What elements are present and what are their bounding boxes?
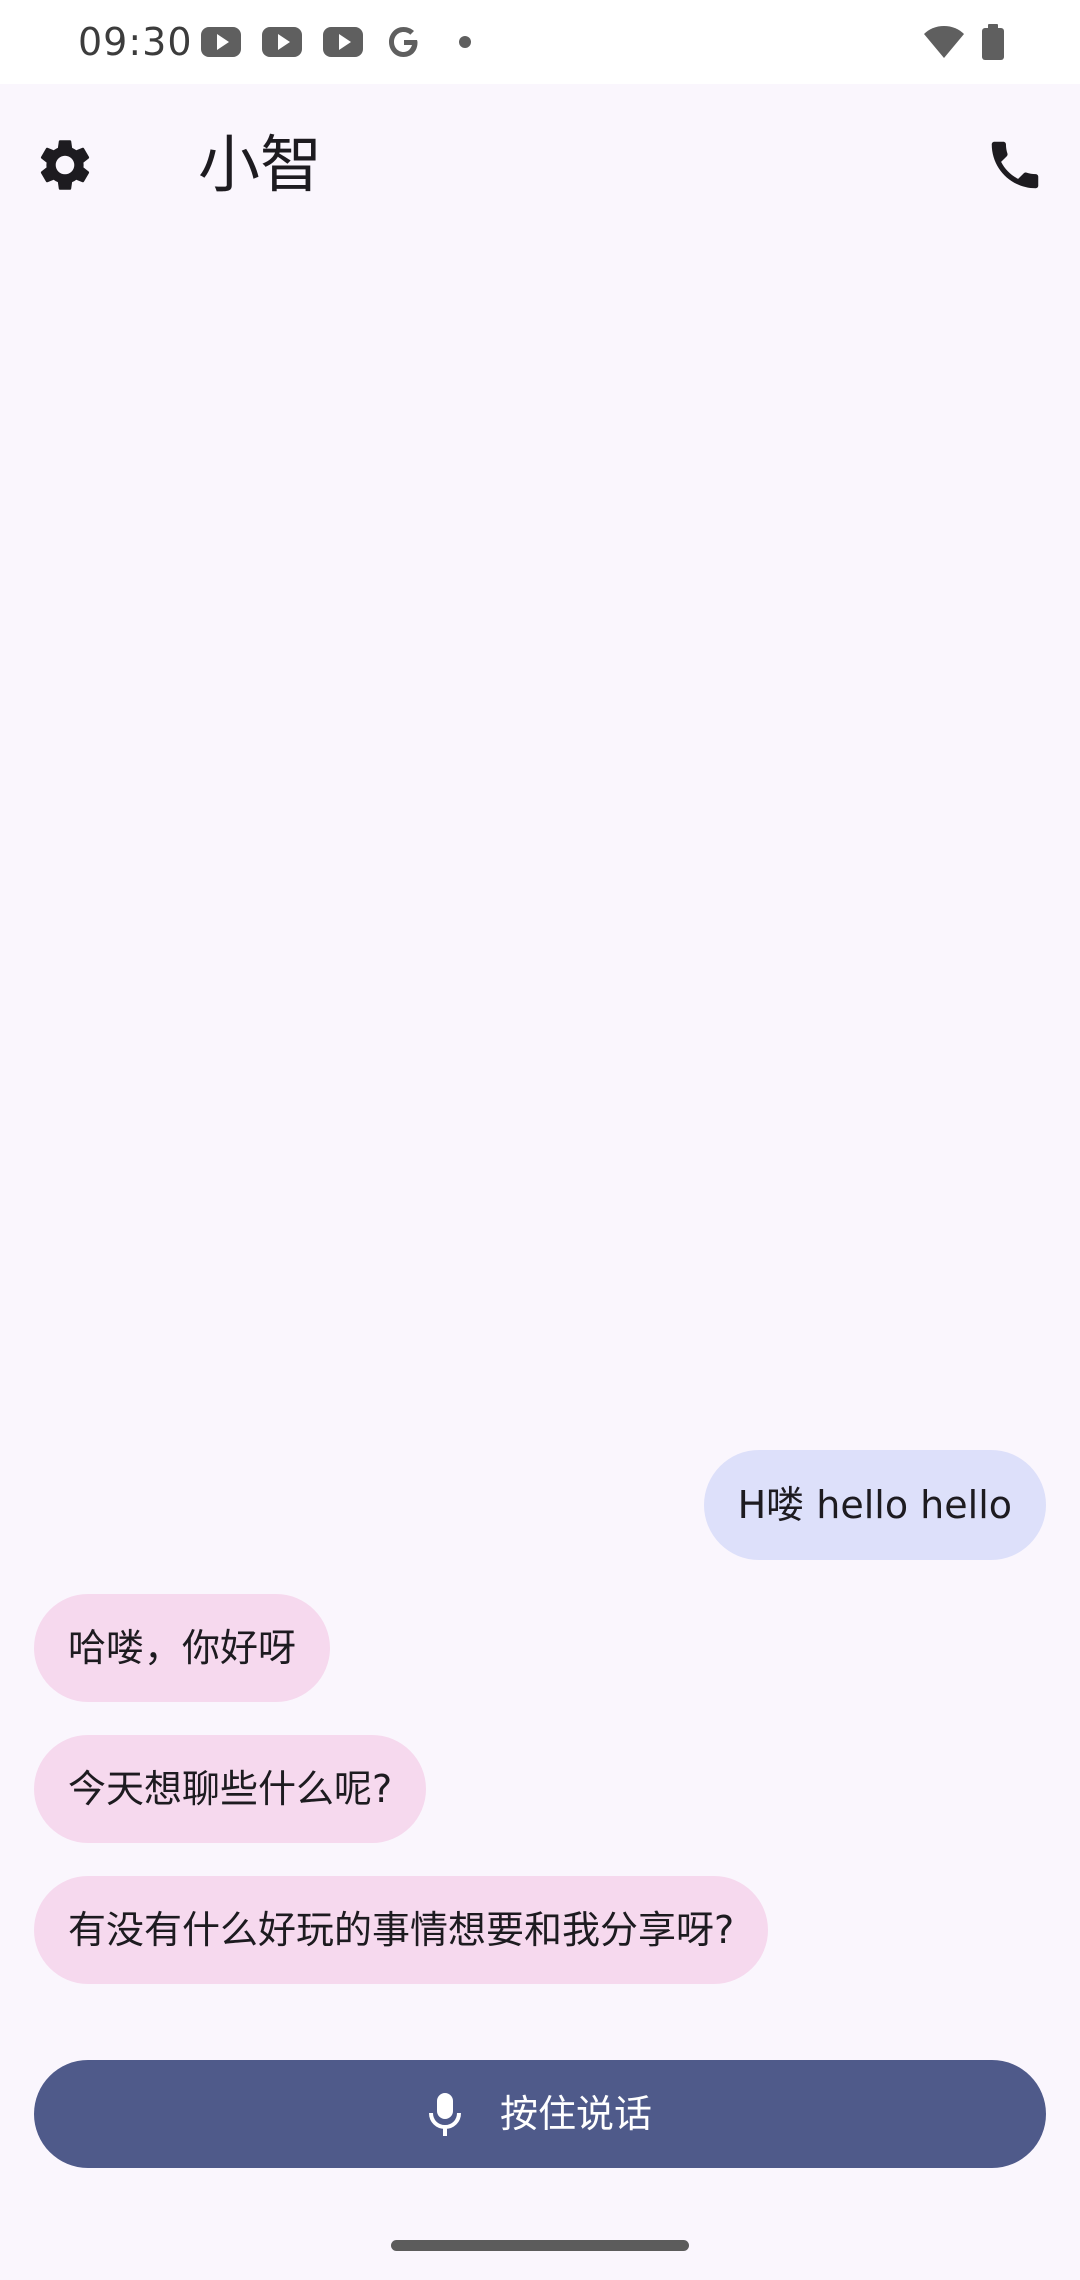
battery-icon: [982, 24, 1004, 60]
status-bar: 09:30: [0, 0, 1080, 84]
dot-icon: [459, 36, 471, 48]
google-icon: [389, 27, 418, 57]
app-bar: 小智: [0, 84, 1080, 248]
youtube-icon: [201, 27, 241, 57]
app-title: 小智: [198, 128, 323, 201]
user-message-bubble: H喽 hello hello: [703, 1450, 1046, 1560]
assistant-message-bubble: 哈喽，你好呀: [34, 1594, 331, 1702]
call-button[interactable]: [970, 120, 1060, 210]
assistant-message-bubble: 有没有什么好玩的事情想要和我分享呀?: [34, 1876, 769, 1984]
youtube-icon: [323, 27, 363, 57]
status-time: 09:30: [78, 20, 193, 64]
settings-gear-icon: [40, 140, 90, 190]
push-to-talk-label: 按住说话: [499, 2092, 652, 2136]
microphone-icon: [428, 2093, 461, 2136]
push-to-talk-button[interactable]: 按住说话: [34, 2060, 1046, 2168]
settings-button[interactable]: [20, 120, 110, 210]
wifi-icon: [924, 26, 964, 58]
assistant-message-bubble: 今天想聊些什么呢?: [34, 1735, 427, 1843]
youtube-icon: [262, 27, 302, 57]
phone-call-icon: [991, 141, 1039, 189]
home-indicator[interactable]: [391, 2240, 689, 2251]
